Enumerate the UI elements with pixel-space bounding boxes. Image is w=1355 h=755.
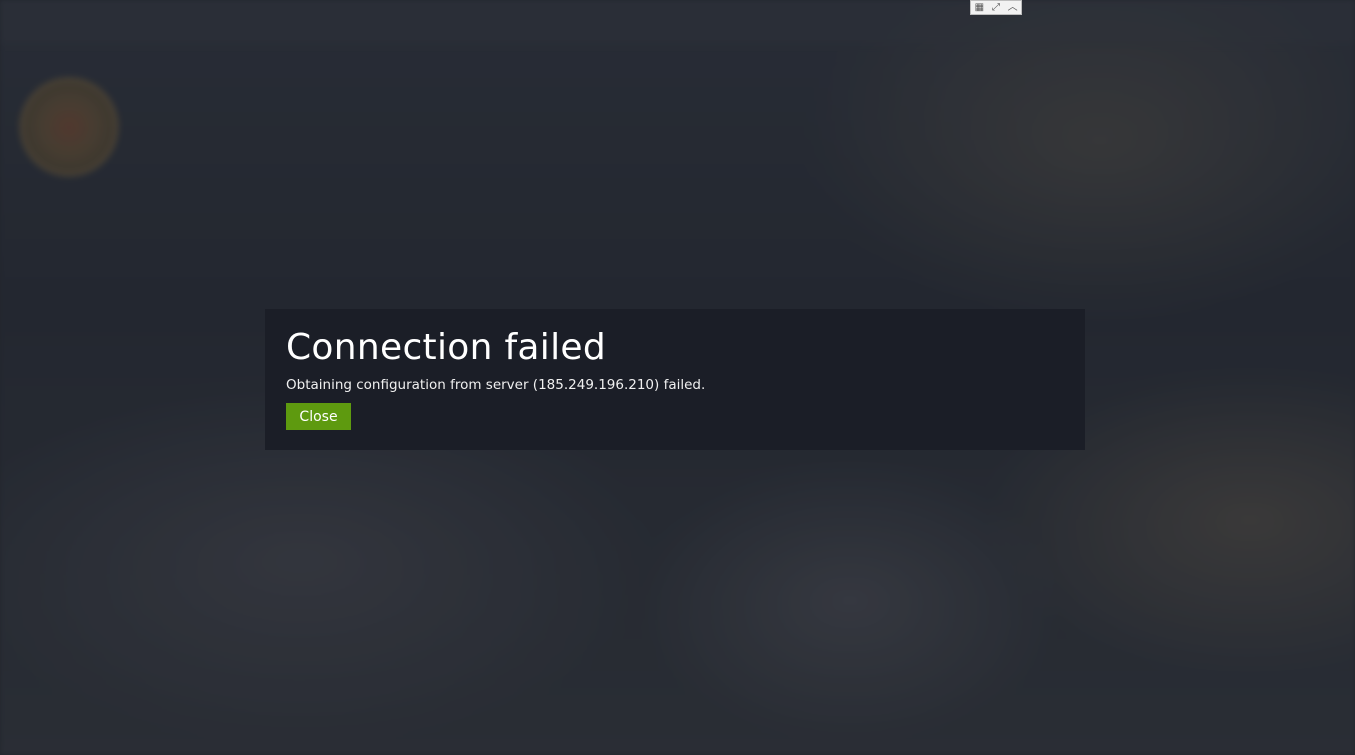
close-button[interactable]: Close bbox=[286, 403, 351, 430]
expand-icon[interactable]: ⤢ bbox=[989, 1, 1003, 14]
chevron-up-icon[interactable]: ︿ bbox=[1006, 1, 1020, 14]
dialog-title: Connection failed bbox=[286, 327, 606, 368]
dialog-message: Obtaining configuration from server (185… bbox=[286, 377, 706, 393]
connection-failed-dialog: Connection failed Obtaining configuratio… bbox=[265, 309, 1085, 450]
window-control-strip: ▦ ⤢ ︿ bbox=[970, 0, 1022, 15]
grid-icon[interactable]: ▦ bbox=[972, 1, 986, 14]
